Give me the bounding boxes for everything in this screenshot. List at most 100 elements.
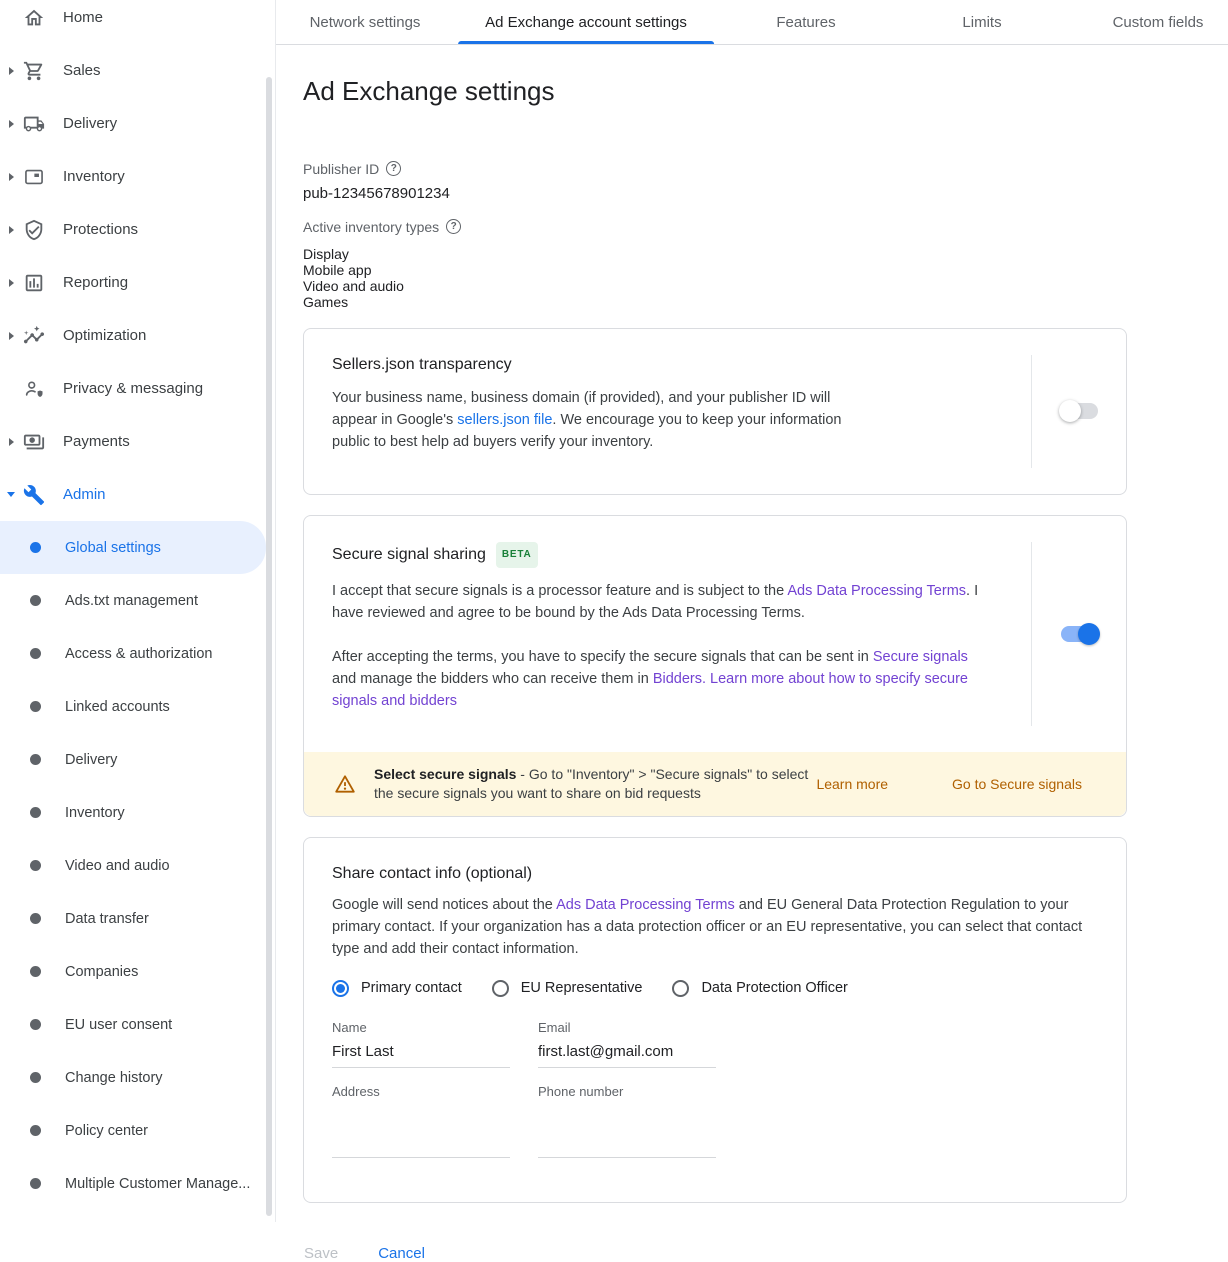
radio-data-protection-officer[interactable]: Data Protection Officer — [672, 980, 847, 997]
sidebar-item-payments[interactable]: Payments — [0, 415, 275, 468]
secure-signal-toggle[interactable] — [1061, 626, 1098, 642]
sidebar-item-label: Data transfer — [65, 911, 149, 927]
bullet-icon — [30, 1072, 41, 1083]
truck-icon — [22, 112, 46, 136]
chevron-right-icon[interactable] — [9, 67, 14, 75]
sidebar-item-optimization[interactable]: Optimization — [0, 309, 275, 362]
sidebar-item-label: EU user consent — [65, 1017, 172, 1033]
card-body: After accepting the terms, you have to s… — [332, 646, 980, 712]
warning-icon — [334, 773, 356, 795]
bar-chart-icon — [22, 271, 46, 295]
bullet-icon — [30, 913, 41, 924]
sidebar-item-home[interactable]: Home — [0, 0, 275, 44]
sidebar-item-delivery[interactable]: Delivery — [0, 97, 275, 150]
tab-limits[interactable]: Limits — [935, 0, 1028, 44]
radio-button-icon[interactable] — [672, 980, 689, 997]
sidebar-item-privacy-messaging[interactable]: Privacy & messaging — [0, 362, 275, 415]
bullet-icon — [30, 807, 41, 818]
sidebar-item-data-transfer[interactable]: Data transfer — [0, 892, 266, 945]
radio-button-icon[interactable] — [332, 980, 349, 997]
contact-form: NameEmailAddressPhone number — [332, 1020, 1086, 1158]
help-icon[interactable]: ? — [386, 161, 401, 176]
learn-more-link[interactable]: Learn more — [816, 776, 888, 792]
sidebar-item-inventory-sub[interactable]: Inventory — [0, 786, 266, 839]
sidebar-item-linked-accounts[interactable]: Linked accounts — [0, 680, 266, 733]
text-segment: I accept that secure signals is a proces… — [332, 583, 787, 599]
go-to-secure-signals-link[interactable]: Go to Secure signals — [952, 776, 1082, 792]
bullet-icon — [30, 1019, 41, 1030]
sidebar-item-reporting[interactable]: Reporting — [0, 256, 275, 309]
email-input[interactable] — [538, 1041, 716, 1068]
sidebar-item-protections[interactable]: Protections — [0, 203, 275, 256]
sidebar-item-ads-txt-management[interactable]: Ads.txt management — [0, 574, 266, 627]
sidebar-item-label: Global settings — [65, 540, 161, 556]
sidebar-item-multiple-customer-management[interactable]: Multiple Customer Manage... — [0, 1157, 266, 1210]
radio-label: Data Protection Officer — [701, 980, 847, 996]
tab-ad-exchange-account-settings[interactable]: Ad Exchange account settings — [458, 0, 714, 44]
card-body: Your business name, business domain (if … — [332, 387, 857, 453]
chevron-right-icon[interactable] — [9, 120, 14, 128]
inline-link[interactable]: Ads Data Processing Terms — [787, 583, 966, 599]
bullet-icon — [30, 754, 41, 765]
sellers-json-card: Sellers.json transparency Your business … — [303, 328, 1127, 495]
tab-features[interactable]: Features — [749, 0, 862, 44]
field-label: Address — [332, 1084, 510, 1100]
chevron-right-icon[interactable] — [9, 173, 14, 181]
name-input[interactable] — [332, 1041, 510, 1068]
sidebar-item-change-history[interactable]: Change history — [0, 1051, 266, 1104]
tab-network-settings[interactable]: Network settings — [283, 0, 448, 44]
field-label: Name — [332, 1020, 510, 1036]
person-shield-icon — [22, 377, 46, 401]
help-icon[interactable]: ? — [446, 219, 461, 234]
text-segment: After accepting the terms, you have to s… — [332, 649, 873, 665]
sidebar-item-sales[interactable]: Sales — [0, 44, 275, 97]
inline-link[interactable]: Secure signals — [873, 649, 968, 665]
chevron-right-icon[interactable] — [9, 332, 14, 340]
tab-custom-fields[interactable]: Custom fields — [1086, 0, 1228, 44]
sidebar-item-global-settings[interactable]: Global settings — [0, 521, 266, 574]
sidebar-item-delivery-sub[interactable]: Delivery — [0, 733, 266, 786]
sidebar-item-label: Admin — [63, 486, 106, 503]
phone-number-input[interactable] — [538, 1131, 716, 1158]
sidebar-item-companies[interactable]: Companies — [0, 945, 266, 998]
inventory-type: Video and audio — [303, 278, 1228, 294]
inventory-type: Games — [303, 294, 1228, 310]
chevron-down-icon[interactable] — [7, 492, 15, 497]
sidebar-item-access-authorization[interactable]: Access & authorization — [0, 627, 266, 680]
radio-button-icon[interactable] — [492, 980, 509, 997]
chevron-right-icon[interactable] — [9, 279, 14, 287]
sidebar-scrollbar[interactable] — [266, 77, 272, 1216]
sidebar-item-label: Policy center — [65, 1123, 148, 1139]
sidebar-item-admin[interactable]: Admin — [0, 468, 275, 521]
save-button[interactable]: Save — [304, 1245, 338, 1262]
inline-link[interactable]: Bidders. — [653, 671, 706, 687]
inventory-type: Display — [303, 246, 1228, 262]
chevron-right-icon[interactable] — [9, 438, 14, 446]
radio-eu-representative[interactable]: EU Representative — [492, 980, 643, 997]
sidebar-item-policy-center[interactable]: Policy center — [0, 1104, 266, 1157]
publisher-id-value: pub-12345678901234 — [303, 185, 1228, 204]
bullet-icon — [30, 701, 41, 712]
inline-link[interactable]: Ads Data Processing Terms — [556, 897, 735, 913]
sidebar-item-inventory[interactable]: Inventory — [0, 150, 275, 203]
bullet-icon — [30, 1178, 41, 1189]
phone-number-field-group: Phone number — [538, 1084, 716, 1158]
share-contact-card: Share contact info (optional) Google wil… — [303, 837, 1127, 1203]
sidebar-item-eu-user-consent[interactable]: EU user consent — [0, 998, 266, 1051]
bullet-icon — [30, 542, 41, 553]
sidebar-item-label: Delivery — [63, 115, 117, 132]
radio-primary-contact[interactable]: Primary contact — [332, 980, 462, 997]
card-title: Share contact info (optional) — [332, 864, 1086, 884]
bullet-icon — [30, 966, 41, 977]
cancel-button[interactable]: Cancel — [378, 1245, 425, 1262]
warning-links: Learn more Go to Secure signals — [816, 776, 1082, 792]
wrench-icon — [22, 483, 46, 507]
chevron-right-icon[interactable] — [9, 226, 14, 234]
sidebar-item-label: Access & authorization — [65, 646, 213, 662]
inline-link[interactable]: sellers.json file — [457, 412, 552, 428]
address-input[interactable] — [332, 1131, 510, 1158]
sellers-json-toggle[interactable] — [1061, 403, 1098, 419]
card-body: I accept that secure signals is a proces… — [332, 580, 980, 624]
sidebar: HomeSalesDeliveryInventoryProtectionsRep… — [0, 0, 276, 1222]
sidebar-item-video-and-audio[interactable]: Video and audio — [0, 839, 266, 892]
